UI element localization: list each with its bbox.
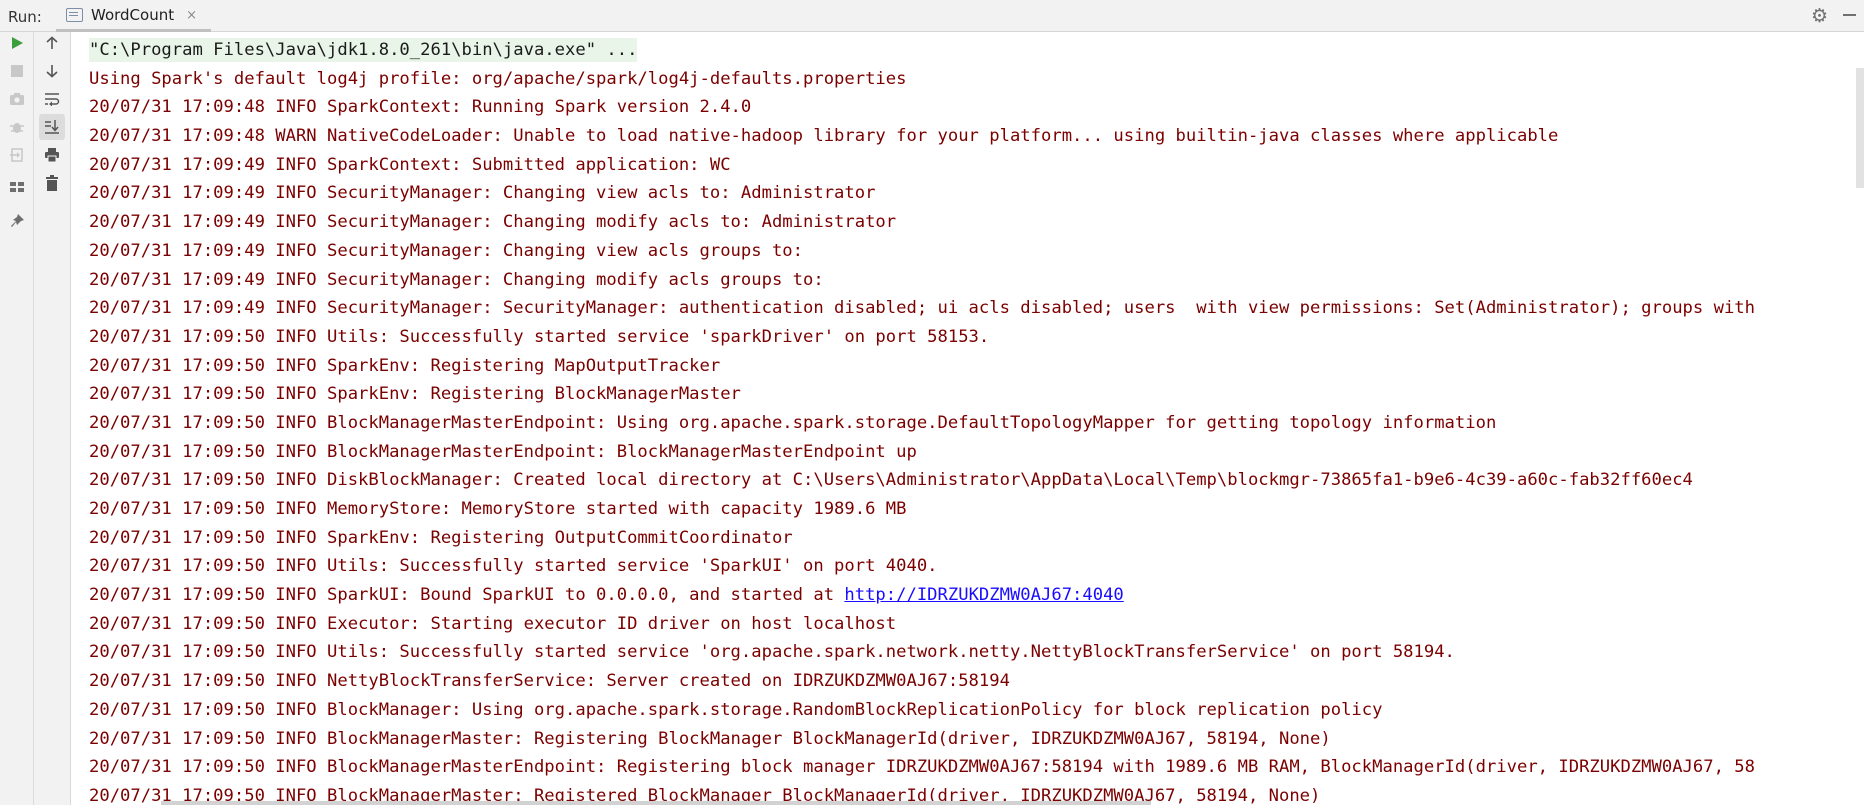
sparkui-link[interactable]: http://IDRZUKDZMW0AJ67:4040 (844, 585, 1123, 605)
log-line: 20/07/31 17:09:50 INFO SparkEnv: Registe… (89, 384, 741, 405)
arrow-up-icon (46, 36, 58, 49)
log-line: Using Spark's default log4j profile: org… (89, 68, 907, 89)
tab-wordcount[interactable]: WordCount × (56, 0, 212, 32)
tab-label: WordCount (91, 5, 175, 24)
log-line-sparkui: 20/07/31 17:09:50 INFO SparkUI: Bound Sp… (89, 581, 1755, 610)
log-line: 20/07/31 17:09:50 INFO Executor: Startin… (89, 613, 897, 634)
console-output[interactable]: "C:\Program Files\Java\jdk1.8.0_261\bin\… (71, 32, 1864, 805)
log-line: 20/07/31 17:09:50 INFO NettyBlockTransfe… (89, 671, 1010, 692)
log-line: 20/07/31 17:09:50 INFO Utils: Successful… (89, 326, 990, 347)
application-icon (66, 7, 83, 22)
dump-threads-button[interactable] (4, 86, 30, 112)
command-text[interactable]: "C:\Program Files\Java\jdk1.8.0_261\bin\… (89, 38, 638, 62)
log-line: 20/07/31 17:09:49 INFO SparkContext: Sub… (89, 154, 731, 175)
rerun-button[interactable] (4, 30, 30, 56)
exit-button[interactable] (4, 142, 30, 168)
log-line: 20/07/31 17:09:50 INFO BlockManagerMaste… (89, 728, 1331, 749)
previous-occurrence-button[interactable] (39, 30, 65, 56)
pin-icon (11, 214, 24, 227)
log-line: 20/07/31 17:09:50 INFO Utils: Successful… (89, 642, 1455, 663)
stop-icon (11, 65, 23, 77)
close-tab-icon[interactable]: × (186, 8, 197, 23)
soft-wrap-icon (45, 93, 60, 106)
console-toolbar (34, 32, 71, 805)
sparkui-log-text: 20/07/31 17:09:50 INFO SparkUI: Bound Sp… (89, 585, 845, 606)
debug-disabled-icon (10, 123, 24, 133)
pin-tab-button[interactable] (4, 208, 30, 234)
next-occurrence-button[interactable] (39, 58, 65, 84)
log-line: 20/07/31 17:09:50 INFO SparkEnv: Registe… (89, 355, 721, 376)
log-line: 20/07/31 17:09:50 INFO DiskBlockManager:… (89, 470, 1693, 491)
log-line: 20/07/31 17:09:50 INFO BlockManagerMaste… (89, 412, 1497, 433)
debug-button[interactable] (4, 114, 30, 140)
print-button[interactable] (39, 142, 65, 168)
log-line: 20/07/31 17:09:49 INFO SecurityManager: … (89, 240, 803, 261)
log-line: 20/07/31 17:09:49 INFO SecurityManager: … (89, 183, 876, 204)
run-controls-toolbar (0, 32, 34, 805)
restore-layout-button[interactable] (4, 174, 30, 200)
command-line: "C:\Program Files\Java\jdk1.8.0_261\bin\… (89, 36, 1755, 65)
console-lines: "C:\Program Files\Java\jdk1.8.0_261\bin\… (89, 36, 1755, 805)
log-line: 20/07/31 17:09:48 WARN NativeCodeLoader:… (89, 126, 1559, 147)
soft-wrap-button[interactable] (39, 86, 65, 112)
log-line: 20/07/31 17:09:50 INFO BlockManagerMaste… (89, 757, 1755, 778)
log-line: 20/07/31 17:09:50 INFO BlockManagerMaste… (89, 441, 917, 462)
log-line: 20/07/31 17:09:49 INFO SecurityManager: … (89, 298, 1755, 319)
print-icon (45, 148, 59, 163)
log-line: 20/07/31 17:09:48 INFO SparkContext: Run… (89, 97, 752, 118)
run-icon (12, 37, 23, 49)
stop-button[interactable] (4, 58, 30, 84)
log-line: 20/07/31 17:09:49 INFO SecurityManager: … (89, 212, 897, 233)
run-tool-window-header: Run: WordCount × ⚙ (0, 0, 1864, 32)
run-label: Run: (8, 8, 42, 26)
import-icon (10, 148, 23, 162)
scroll-to-end-button[interactable] (39, 114, 65, 140)
gear-icon[interactable]: ⚙ (1811, 6, 1828, 26)
layout-icon (10, 182, 24, 192)
vertical-scrollbar[interactable] (1856, 68, 1864, 188)
log-line: 20/07/31 17:09:50 INFO Utils: Successful… (89, 556, 938, 577)
log-line: 20/07/31 17:09:50 INFO BlockManager: Usi… (89, 699, 1383, 720)
scroll-to-end-icon (45, 120, 59, 134)
clear-all-button[interactable] (39, 170, 65, 196)
log-line: 20/07/31 17:09:50 INFO SparkEnv: Registe… (89, 527, 793, 548)
horizontal-scrollbar[interactable] (161, 801, 1151, 805)
log-line: 20/07/31 17:09:50 INFO MemoryStore: Memo… (89, 499, 907, 519)
minimize-icon[interactable] (1843, 14, 1856, 16)
log-line: 20/07/31 17:09:49 INFO SecurityManager: … (89, 269, 824, 290)
arrow-down-icon (46, 65, 58, 78)
camera-icon (10, 93, 24, 105)
trash-icon (46, 175, 58, 191)
